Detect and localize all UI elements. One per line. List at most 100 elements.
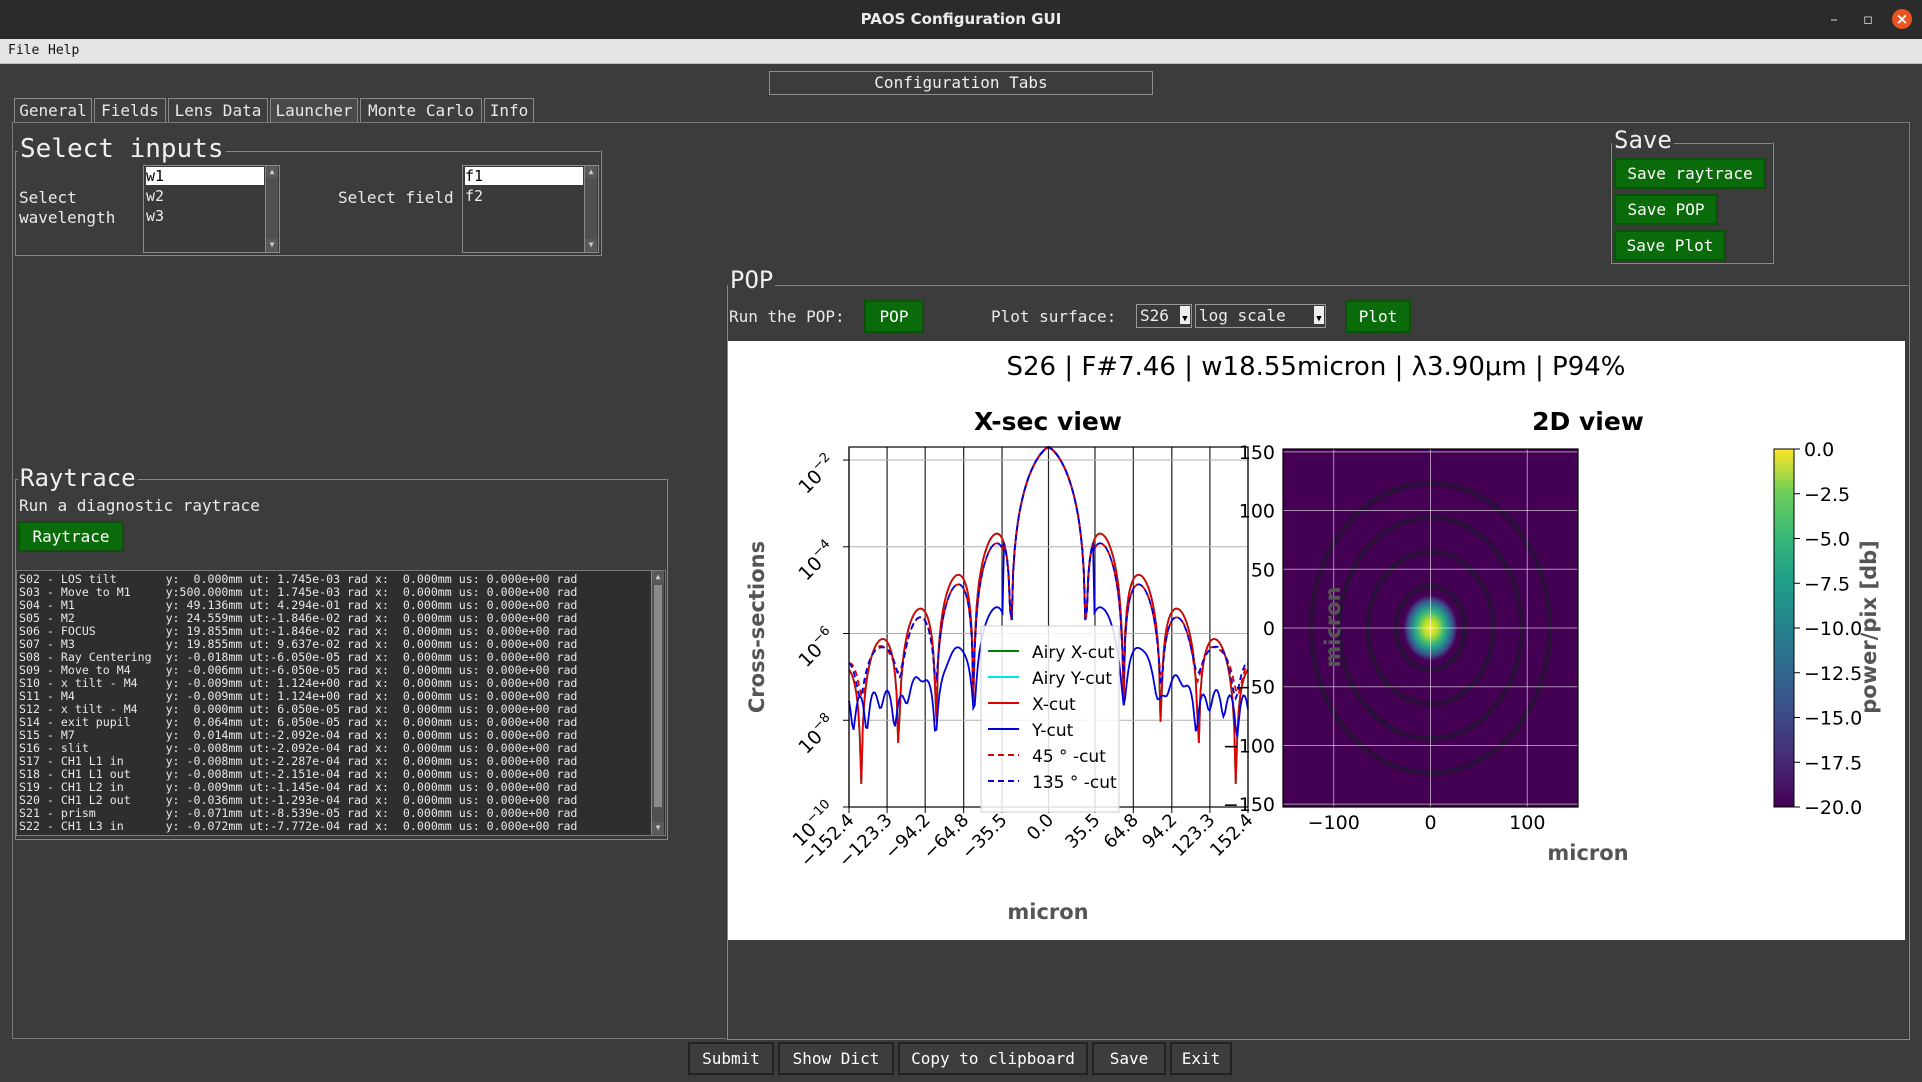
scroll-up-icon[interactable]: ▲ [585, 166, 597, 178]
raytrace-title: Raytrace [18, 464, 138, 492]
xsec-xtick-label: 152.4 [1206, 810, 1257, 861]
maximize-icon[interactable]: ▫ [1858, 9, 1878, 29]
colorbar-tick-label: −15.0 [1804, 708, 1862, 730]
surface-select[interactable]: S26 ▼ [1136, 304, 1192, 328]
wavelength-scrollbar[interactable]: ▲ ▼ [265, 166, 278, 252]
colorbar-tick-label: −12.5 [1804, 663, 1862, 685]
colorbar [1773, 448, 1795, 808]
view2d-ytick-label: −50 [1235, 677, 1275, 699]
log-scrollbar[interactable]: ▲ ▼ [651, 571, 664, 835]
xsec-ytick-label: 10−8 [792, 710, 840, 758]
plot-surface-label: Plot surface: [991, 307, 1117, 326]
field-listbox[interactable]: f1 f2 ▲ ▼ [462, 165, 599, 253]
xsec-ylabel: Cross-sections [745, 541, 769, 713]
xsec-xtick-label: 64.8 [1100, 810, 1143, 853]
surface-select-value: S26 [1140, 306, 1169, 325]
xsec-ytick-label: 10−2 [792, 450, 840, 498]
save-title: Save [1612, 126, 1674, 154]
scroll-down-icon[interactable]: ▼ [652, 822, 664, 834]
menu-bar [0, 39, 1922, 64]
legend-airy-x: Airy X-cut [1032, 643, 1115, 663]
raytrace-log: S02 - LOS tilt y: 0.000mm ut: 1.745e-03 … [16, 570, 666, 836]
copy-to-clipboard-button[interactable]: Copy to clipboard [898, 1042, 1088, 1075]
view2d-ytick-label: 150 [1239, 442, 1275, 464]
scale-select[interactable]: log scale ▼ [1195, 304, 1326, 328]
plot-button[interactable]: Plot [1345, 300, 1411, 333]
view2d-xtick-label: 100 [1509, 812, 1545, 834]
menu-file[interactable]: File [8, 43, 39, 58]
run-pop-label: Run the POP: [729, 307, 845, 326]
scroll-down-icon[interactable]: ▼ [266, 239, 278, 251]
field-option[interactable]: f1 [465, 167, 583, 185]
legend-airy-y: Airy Y-cut [1032, 669, 1112, 689]
field-label: Select field [338, 188, 454, 207]
view2d-xlabel: micron [1547, 841, 1628, 865]
scroll-up-icon[interactable]: ▲ [266, 166, 278, 178]
view2d-xtick-label: 0 [1424, 812, 1436, 834]
raytrace-button[interactable]: Raytrace [18, 521, 124, 552]
colorbar-tick-label: −2.5 [1804, 484, 1850, 506]
select-inputs-title: Select inputs [18, 134, 226, 164]
xsec-legend: Airy X-cut Airy Y-cut X-cut Y-cut 45 ° -… [980, 625, 1120, 813]
legend-y-cut: Y-cut [1031, 721, 1074, 741]
colorbar-label: power/pix [db] [1857, 540, 1881, 713]
save-pop-button[interactable]: Save POP [1614, 194, 1718, 225]
xsec-ytick-label: 10−6 [792, 623, 840, 671]
legend-x-cut: X-cut [1032, 695, 1076, 715]
xsec-xtick-label: 35.5 [1061, 810, 1104, 853]
xsec-xticks: −152.4−123.3−94.2−64.8−35.5 0.0 35.564.894… [797, 807, 1258, 872]
configuration-tabs-label: Configuration Tabs [769, 71, 1153, 95]
save-button[interactable]: Save [1092, 1042, 1166, 1075]
field-scrollbar[interactable]: ▲ ▼ [584, 166, 597, 252]
view2d-ytick-label: 100 [1239, 501, 1275, 523]
dropdown-arrow-icon[interactable]: ▼ [1314, 306, 1324, 324]
view2d-title: 2D view [1532, 407, 1644, 436]
pop-figure: S26 | F#7.46 | w18.55micron | λ3.90μm | … [745, 352, 1881, 924]
tab-launcher[interactable]: Launcher [270, 98, 358, 123]
scrollbar-thumb[interactable] [654, 585, 662, 807]
save-plot-button[interactable]: Save Plot [1614, 230, 1726, 261]
xsec-xtick-label: 0.0 [1023, 810, 1058, 845]
colorbar-tick-label: −5.0 [1804, 529, 1850, 551]
xsec-ytick-label: 10−4 [792, 537, 840, 585]
tab-info[interactable]: Info [484, 98, 534, 123]
tab-fields[interactable]: Fields [94, 98, 166, 123]
scroll-up-icon[interactable]: ▲ [652, 571, 664, 583]
close-icon[interactable]: × [1892, 9, 1912, 29]
view2d-ytick-label: 0 [1263, 618, 1275, 640]
view2d-ytick-label: −150 [1223, 794, 1275, 816]
wavelength-option[interactable]: w2 [146, 187, 164, 205]
xsec-xlabel: micron [1007, 900, 1088, 924]
tab-lens-data[interactable]: Lens Data [168, 98, 268, 123]
legend-135-cut: 135 ° -cut [1032, 773, 1117, 793]
colorbar-ticks: 0.0 −2.5 −5.0 −7.5 −10.0 −12.5 −15.0 −17.5 −20.0 [1794, 439, 1862, 819]
xsec-yticks: 10−210−410−610−810−10 [788, 450, 849, 851]
wavelength-listbox[interactable]: w1 w2 w3 ▲ ▼ [143, 165, 280, 253]
field-option[interactable]: f2 [465, 187, 483, 205]
minimize-icon[interactable]: – [1824, 9, 1844, 29]
pop-run-button[interactable]: POP [864, 300, 924, 333]
tab-monte-carlo[interactable]: Monte Carlo [360, 98, 482, 123]
exit-button[interactable]: Exit [1170, 1042, 1232, 1075]
scroll-down-icon[interactable]: ▼ [585, 239, 597, 251]
wavelength-label-2: wavelength [19, 208, 116, 227]
legend-45-cut: 45 ° -cut [1032, 747, 1106, 767]
colorbar-tick-label: 0.0 [1804, 439, 1834, 461]
wavelength-label: Select [19, 188, 77, 207]
save-raytrace-button[interactable]: Save raytrace [1614, 158, 1766, 189]
tab-general[interactable]: General [14, 98, 92, 123]
submit-button[interactable]: Submit [688, 1042, 774, 1075]
view2d-ytick-label: 50 [1251, 559, 1275, 581]
wavelength-option[interactable]: w3 [146, 207, 164, 225]
view2d-xtick-label: −100 [1308, 812, 1360, 834]
figure-suptitle: S26 | F#7.46 | w18.55micron | λ3.90μm | … [1006, 352, 1625, 382]
menu-help[interactable]: Help [48, 43, 79, 58]
dropdown-arrow-icon[interactable]: ▼ [1180, 306, 1190, 324]
wavelength-option[interactable]: w1 [146, 167, 264, 185]
view2d-ytick-label: −100 [1223, 735, 1275, 757]
colorbar-tick-label: −17.5 [1804, 752, 1862, 774]
view2d-ylabel: micron [1321, 586, 1345, 667]
xsec-title: X-sec view [974, 407, 1122, 436]
colorbar-tick-label: −10.0 [1804, 618, 1862, 640]
show-dict-button[interactable]: Show Dict [778, 1042, 894, 1075]
